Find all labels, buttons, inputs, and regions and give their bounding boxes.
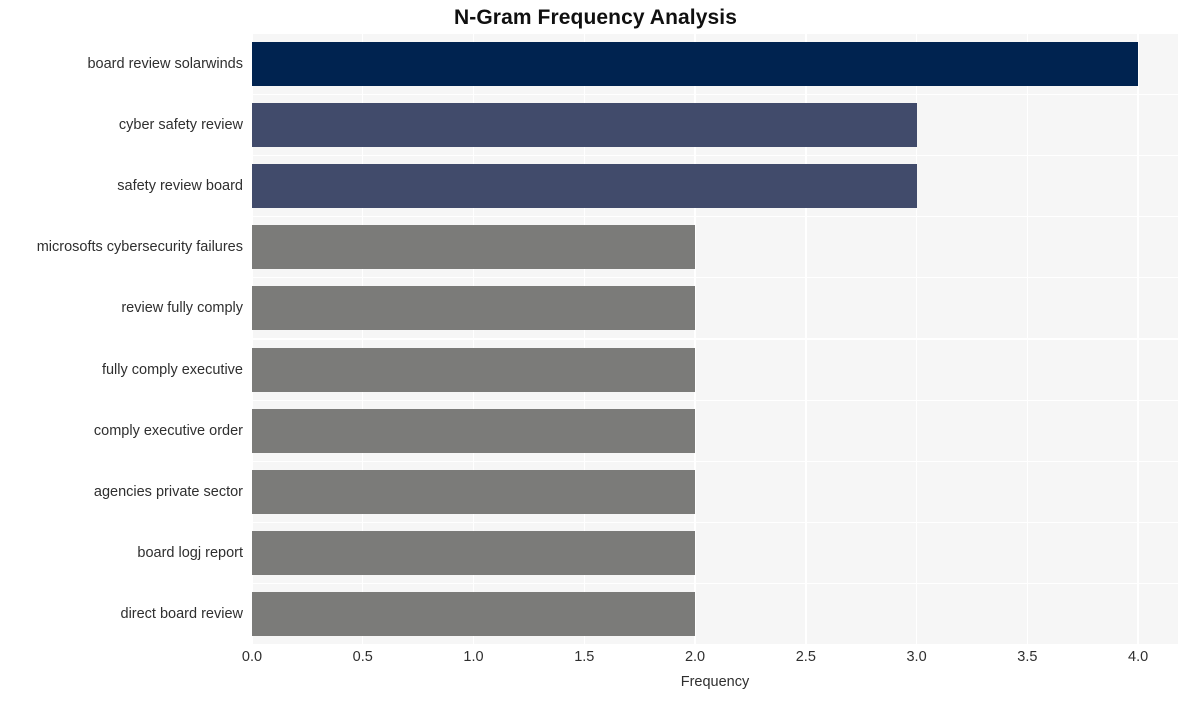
gridline-horizontal bbox=[252, 644, 1178, 646]
y-axis-tick-label: fully comply executive bbox=[101, 361, 243, 378]
gridline-horizontal bbox=[252, 93, 1178, 95]
y-axis-tick-label: board review solarwinds bbox=[87, 55, 243, 72]
chart-figure: N-Gram Frequency Analysis board review s… bbox=[0, 0, 1191, 701]
bar bbox=[252, 347, 696, 392]
x-axis-tick-label: 2.5 bbox=[795, 649, 816, 665]
x-axis-tick-label: 3.0 bbox=[906, 649, 927, 665]
bar bbox=[252, 531, 696, 576]
bar bbox=[252, 225, 696, 270]
bar bbox=[252, 102, 917, 147]
bar bbox=[252, 164, 917, 208]
y-axis-tick-label: direct board review bbox=[120, 606, 244, 623]
y-axis-tick-label: agencies private sector bbox=[93, 484, 243, 500]
y-axis-tick-label: comply executive order bbox=[93, 422, 243, 439]
gridline-horizontal bbox=[252, 32, 1178, 34]
gridline-horizontal bbox=[252, 277, 1178, 279]
x-axis-tick-label: 4.0 bbox=[1128, 649, 1149, 665]
x-axis-tick-label: 0.5 bbox=[352, 649, 373, 665]
gridline-horizontal bbox=[252, 521, 1178, 524]
bar bbox=[252, 286, 696, 331]
bar bbox=[252, 41, 1139, 86]
x-axis-tick-label: 2.0 bbox=[684, 649, 706, 665]
y-axis-tick-label: review fully comply bbox=[121, 300, 243, 317]
x-axis-tick-labels: 0.0 0.5 1.0 1.5 2.0 2.5 3.0 3.5 4.0 bbox=[242, 649, 1178, 671]
y-axis-tick-labels: board review solarwinds cyber safety revi… bbox=[0, 33, 252, 645]
y-axis-tick-label: board logj report bbox=[137, 545, 243, 562]
y-axis-tick-label: microsofts cybersecurity failures bbox=[36, 239, 243, 256]
x-axis-label: Frequency bbox=[680, 674, 750, 690]
chart-title: N-Gram Frequency Analysis bbox=[454, 6, 737, 29]
y-axis-tick-label: safety review board bbox=[117, 178, 243, 194]
plot-area bbox=[251, 32, 1178, 646]
gridline-horizontal bbox=[252, 154, 1178, 157]
x-axis-tick-label: 3.5 bbox=[1017, 649, 1038, 665]
y-axis-tick-label: cyber safety review bbox=[118, 116, 243, 133]
gridline-horizontal bbox=[252, 338, 1178, 340]
gridline-horizontal bbox=[252, 215, 1178, 218]
gridline-horizontal bbox=[252, 583, 1178, 585]
x-axis-tick-label: 0.0 bbox=[241, 649, 263, 665]
gridline-horizontal bbox=[252, 460, 1178, 463]
gridline-horizontal bbox=[252, 399, 1178, 401]
bar bbox=[252, 408, 696, 453]
bar bbox=[252, 592, 696, 637]
x-axis-tick-label: 1.5 bbox=[574, 649, 595, 665]
bar bbox=[252, 470, 696, 514]
x-axis-tick-label: 1.0 bbox=[463, 649, 484, 665]
